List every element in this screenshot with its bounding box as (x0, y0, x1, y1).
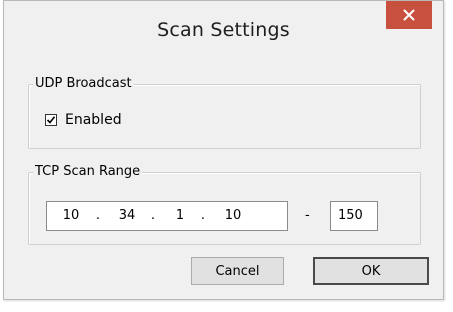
checkmark-icon (46, 116, 56, 124)
ip-dot-1: . (95, 208, 101, 223)
ip-octet-2[interactable]: 34 (113, 208, 141, 223)
udp-broadcast-group: UDP Broadcast Enabled (28, 75, 421, 149)
enabled-checkbox-row[interactable]: Enabled (45, 112, 122, 128)
ip-dot-3: . (200, 208, 206, 223)
ip-octet-3[interactable]: 1 (166, 208, 194, 223)
ip-dot-2: . (150, 208, 156, 223)
tcp-scan-range-group: TCP Scan Range 10 . 34 . 1 . 10 - 150 (28, 163, 421, 245)
close-button[interactable] (386, 1, 432, 29)
scan-settings-dialog: Scan Settings UDP Broadcast Enabled TCP … (3, 0, 444, 300)
udp-broadcast-legend: UDP Broadcast (33, 75, 134, 93)
close-icon (403, 9, 415, 21)
enabled-checkbox[interactable] (45, 114, 57, 126)
ip-octet-1[interactable]: 10 (57, 208, 85, 223)
cancel-button[interactable]: Cancel (191, 257, 284, 285)
title-bar[interactable]: Scan Settings (4, 1, 443, 61)
tcp-scan-range-legend: TCP Scan Range (33, 163, 143, 181)
range-end-field[interactable]: 150 (330, 201, 378, 231)
range-separator: - (305, 208, 310, 223)
ip-octet-4[interactable]: 10 (219, 208, 247, 223)
dialog-title: Scan Settings (157, 19, 290, 41)
enabled-label: Enabled (65, 112, 122, 128)
ok-button[interactable]: OK (313, 257, 429, 285)
start-ip-address-field[interactable]: 10 . 34 . 1 . 10 (46, 201, 288, 231)
